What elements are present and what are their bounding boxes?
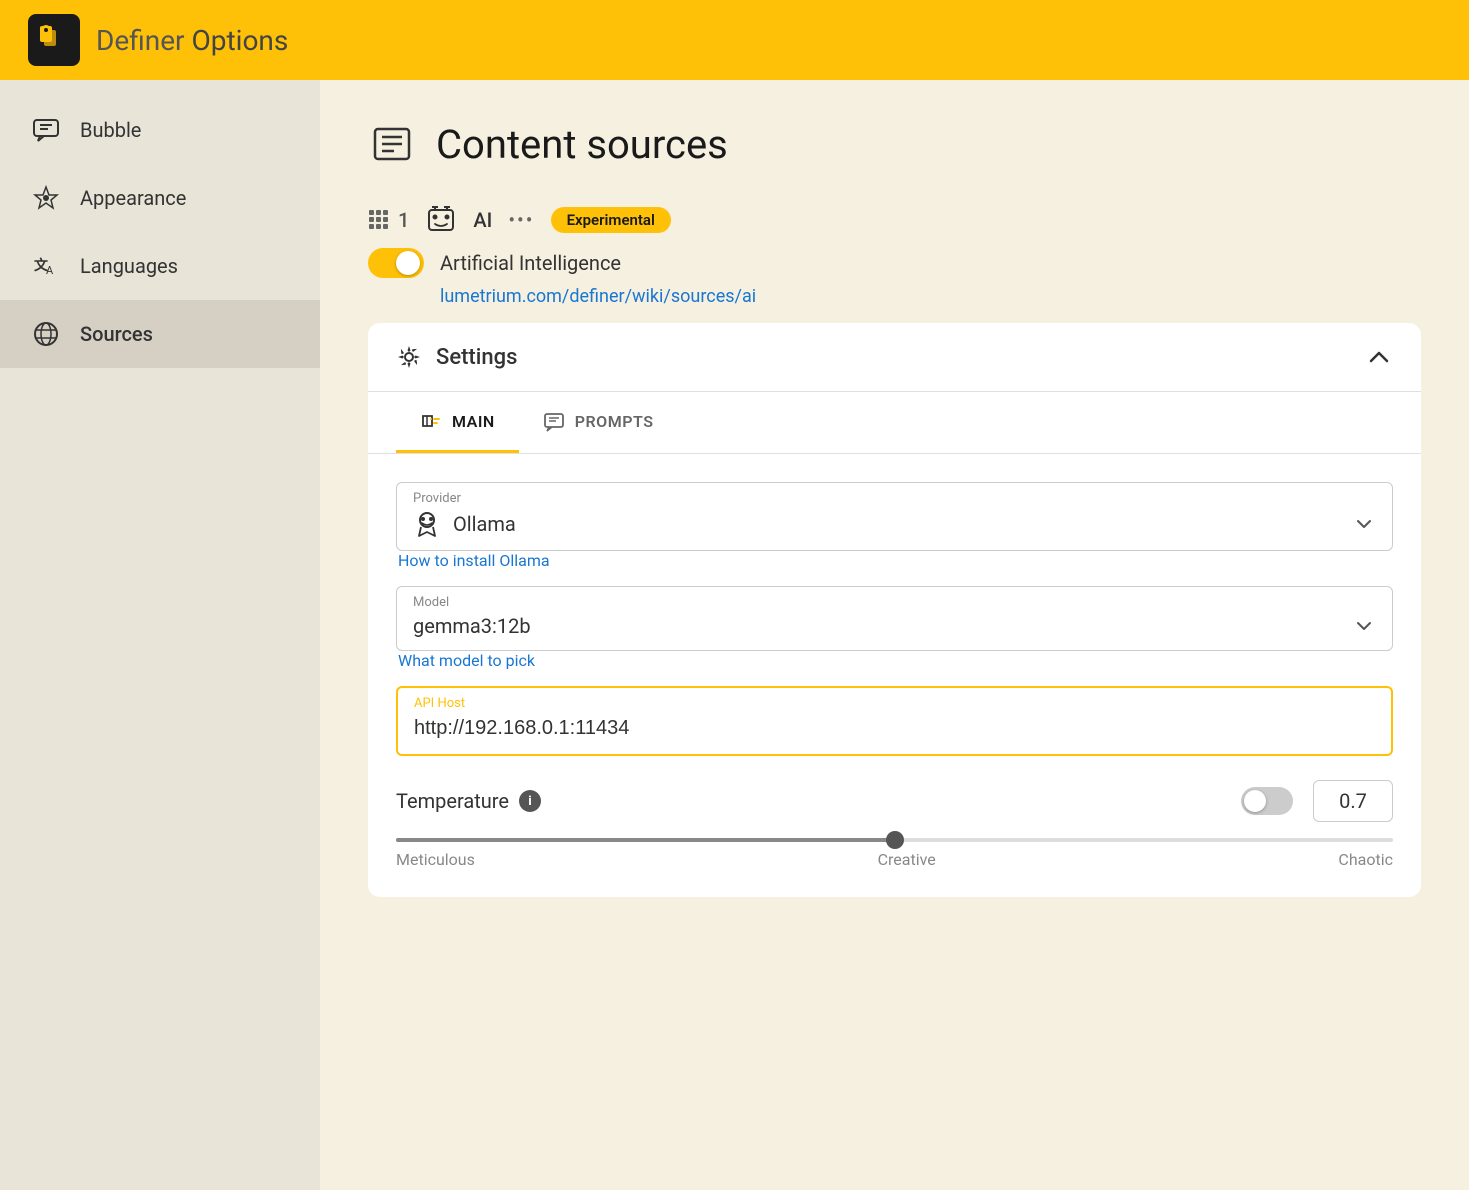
temperature-controls: Meticulous Creative Chaotic bbox=[396, 838, 1393, 869]
tab-main[interactable]: MAIN bbox=[396, 392, 519, 453]
appearance-icon bbox=[32, 184, 60, 212]
slider-label-chaotic: Chaotic bbox=[1338, 850, 1393, 869]
main-tab-icon bbox=[420, 410, 442, 432]
temperature-label: Temperature bbox=[396, 789, 509, 813]
temperature-label-row: Temperature i bbox=[396, 789, 541, 813]
app-header: Definer Options bbox=[0, 0, 1469, 80]
page-header: Content sources bbox=[368, 120, 1421, 168]
settings-title: Settings bbox=[436, 345, 517, 370]
source-row: 1 AI ••• Experimental bbox=[368, 204, 1421, 236]
collapse-icon[interactable] bbox=[1365, 343, 1393, 371]
api-host-field: API Host bbox=[396, 686, 1393, 756]
sidebar-label-sources: Sources bbox=[80, 322, 153, 346]
bubble-icon bbox=[32, 116, 60, 144]
settings-content: Provider O bbox=[368, 454, 1421, 897]
sidebar-label-languages: Languages bbox=[80, 254, 178, 278]
api-host-field-group: API Host bbox=[396, 686, 1393, 756]
model-field-group: Model gemma3:12b What model to pick bbox=[396, 586, 1393, 670]
api-host-input[interactable] bbox=[414, 715, 1375, 742]
provider-field-group: Provider O bbox=[396, 482, 1393, 570]
temperature-toggle[interactable] bbox=[1241, 787, 1293, 815]
tab-prompts-label: PROMPTS bbox=[575, 412, 654, 431]
ollama-icon bbox=[413, 510, 441, 538]
sidebar-label-bubble: Bubble bbox=[80, 118, 141, 142]
settings-tabs: MAIN PROMPTS bbox=[368, 392, 1421, 454]
page-title: Content sources bbox=[436, 121, 728, 168]
install-ollama-link[interactable]: How to install Ollama bbox=[398, 551, 1393, 570]
source-index: 1 bbox=[398, 208, 409, 232]
page-header-icon bbox=[368, 120, 416, 168]
languages-icon: 文 A bbox=[32, 252, 60, 280]
provider-dropdown-arrow[interactable] bbox=[1352, 512, 1376, 536]
temperature-slider-container: Meticulous Creative Chaotic bbox=[396, 838, 1393, 869]
temperature-value: 0.7 bbox=[1313, 780, 1393, 822]
provider-field: Provider O bbox=[396, 482, 1393, 551]
sidebar-item-appearance[interactable]: Appearance bbox=[0, 164, 320, 232]
prompts-tab-icon bbox=[543, 410, 565, 432]
settings-card: Settings MAIN bbox=[368, 323, 1421, 897]
sources-icon bbox=[32, 320, 60, 348]
source-toggle-row: Artificial Intelligence bbox=[368, 248, 1421, 278]
temperature-toggle-thumb bbox=[1244, 790, 1266, 812]
model-help-link[interactable]: What model to pick bbox=[398, 651, 1393, 670]
app-title: Definer Options bbox=[96, 24, 288, 57]
model-label: Model bbox=[413, 595, 1376, 610]
source-name: Artificial Intelligence bbox=[440, 251, 621, 275]
sidebar-item-languages[interactable]: 文 A Languages bbox=[0, 232, 320, 300]
temperature-header: Temperature i 0.7 bbox=[396, 780, 1393, 822]
source-url-link[interactable]: lumetrium.com/definer/wiki/sources/ai bbox=[440, 286, 1421, 307]
content-sources-icon bbox=[372, 124, 412, 164]
main-layout: Bubble Appearance 文 A Languages bbox=[0, 80, 1469, 1190]
provider-value: Ollama bbox=[413, 510, 516, 538]
source-dots: ••• bbox=[508, 208, 534, 232]
api-host-label: API Host bbox=[414, 696, 1375, 711]
sidebar-item-sources[interactable]: Sources bbox=[0, 300, 320, 368]
svg-text:A: A bbox=[46, 264, 54, 277]
settings-header-left: Settings bbox=[396, 344, 517, 370]
model-value: gemma3:12b bbox=[413, 614, 531, 638]
source-number: 1 bbox=[368, 208, 409, 232]
settings-header: Settings bbox=[368, 323, 1421, 392]
ai-icon bbox=[425, 204, 457, 236]
experimental-badge: Experimental bbox=[551, 207, 671, 233]
logo-icon bbox=[36, 22, 72, 58]
temperature-info-icon[interactable]: i bbox=[519, 790, 541, 812]
provider-label: Provider bbox=[413, 491, 1376, 506]
sidebar: Bubble Appearance 文 A Languages bbox=[0, 80, 320, 1190]
model-dropdown-arrow[interactable] bbox=[1352, 614, 1376, 638]
source-toggle[interactable] bbox=[368, 248, 424, 278]
model-field: Model gemma3:12b bbox=[396, 586, 1393, 651]
slider-labels: Meticulous Creative Chaotic bbox=[396, 850, 1393, 869]
tab-prompts[interactable]: PROMPTS bbox=[519, 392, 678, 453]
toggle-thumb bbox=[396, 251, 420, 275]
slider-thumb[interactable] bbox=[886, 831, 904, 849]
slider-label-meticulous: Meticulous bbox=[396, 850, 475, 869]
provider-select[interactable]: Ollama bbox=[413, 510, 1376, 538]
source-type-label: AI bbox=[473, 208, 492, 232]
main-content: Content sources 1 bbox=[320, 80, 1469, 1190]
gear-icon bbox=[396, 344, 422, 370]
temperature-section: Temperature i 0.7 bbox=[396, 780, 1393, 869]
app-logo bbox=[28, 14, 80, 66]
sidebar-label-appearance: Appearance bbox=[80, 186, 186, 210]
sidebar-item-bubble[interactable]: Bubble bbox=[0, 96, 320, 164]
temperature-slider-track[interactable] bbox=[396, 838, 1393, 842]
model-select[interactable]: gemma3:12b bbox=[413, 614, 1376, 638]
tab-main-label: MAIN bbox=[452, 412, 495, 431]
slider-fill bbox=[396, 838, 895, 842]
grid-icon bbox=[368, 209, 390, 231]
provider-selected: Ollama bbox=[453, 512, 516, 536]
slider-label-creative: Creative bbox=[878, 850, 936, 869]
